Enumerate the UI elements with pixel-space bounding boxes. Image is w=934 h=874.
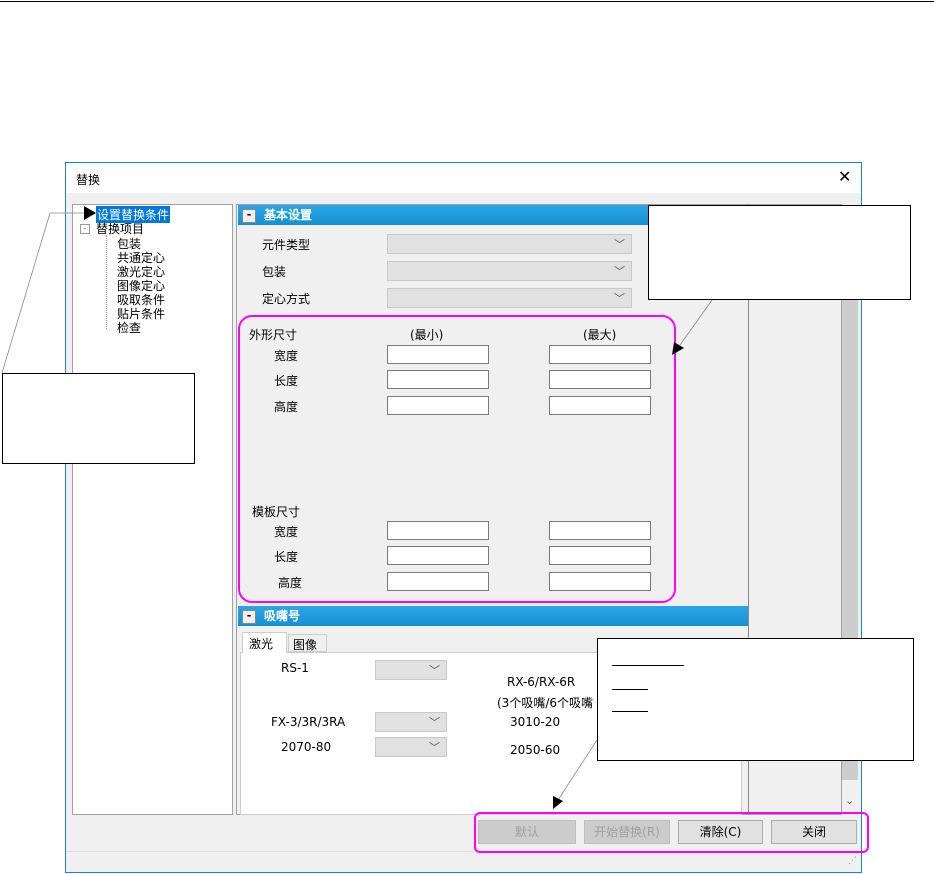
arrow-head-icon	[84, 206, 96, 220]
arrow-head-icon	[553, 796, 563, 809]
arrow-head-icon	[672, 342, 684, 355]
callout-arrows	[1, 206, 713, 809]
